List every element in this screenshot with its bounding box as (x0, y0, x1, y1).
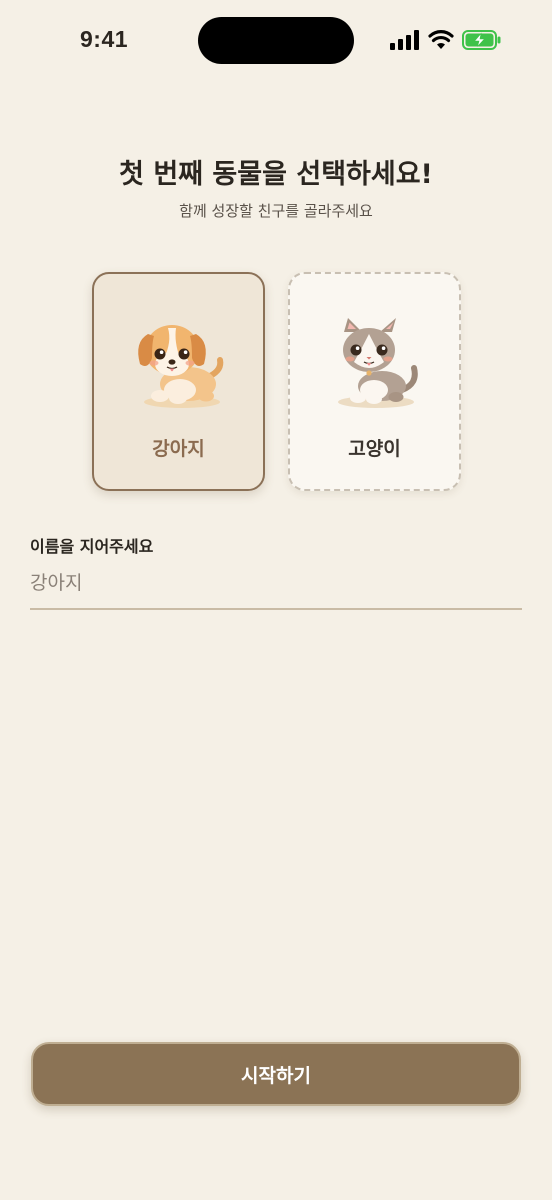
animal-card-dog[interactable]: 강아지 (92, 272, 265, 491)
animal-card-label: 고양이 (348, 438, 401, 460)
animal-card-label: 강아지 (152, 438, 205, 460)
kitten-illustration (338, 318, 418, 408)
start-button[interactable]: 시작하기 (31, 1042, 521, 1106)
status-time: 9:41 (80, 26, 129, 52)
puppy-illustration (138, 325, 224, 408)
signal-icon (390, 30, 419, 50)
wifi-icon (428, 30, 454, 49)
dynamic-island (198, 17, 354, 64)
page-title: 첫 번째 동물을 선택하세요! (119, 159, 433, 190)
animal-card-cat[interactable]: 고양이 (288, 272, 461, 491)
pet-name-input[interactable] (30, 562, 522, 610)
status-bar: 9:41 (0, 0, 552, 80)
name-field-label: 이름을 지어주세요 (30, 537, 154, 556)
battery-charging-icon (462, 30, 501, 50)
screen: 9:41 첫 번째 동물을 선택하세요! 함께 성장할 친구를 골라주세요 강아… (0, 0, 552, 1200)
page-subtitle: 함께 성장할 친구를 골라주세요 (179, 202, 373, 220)
